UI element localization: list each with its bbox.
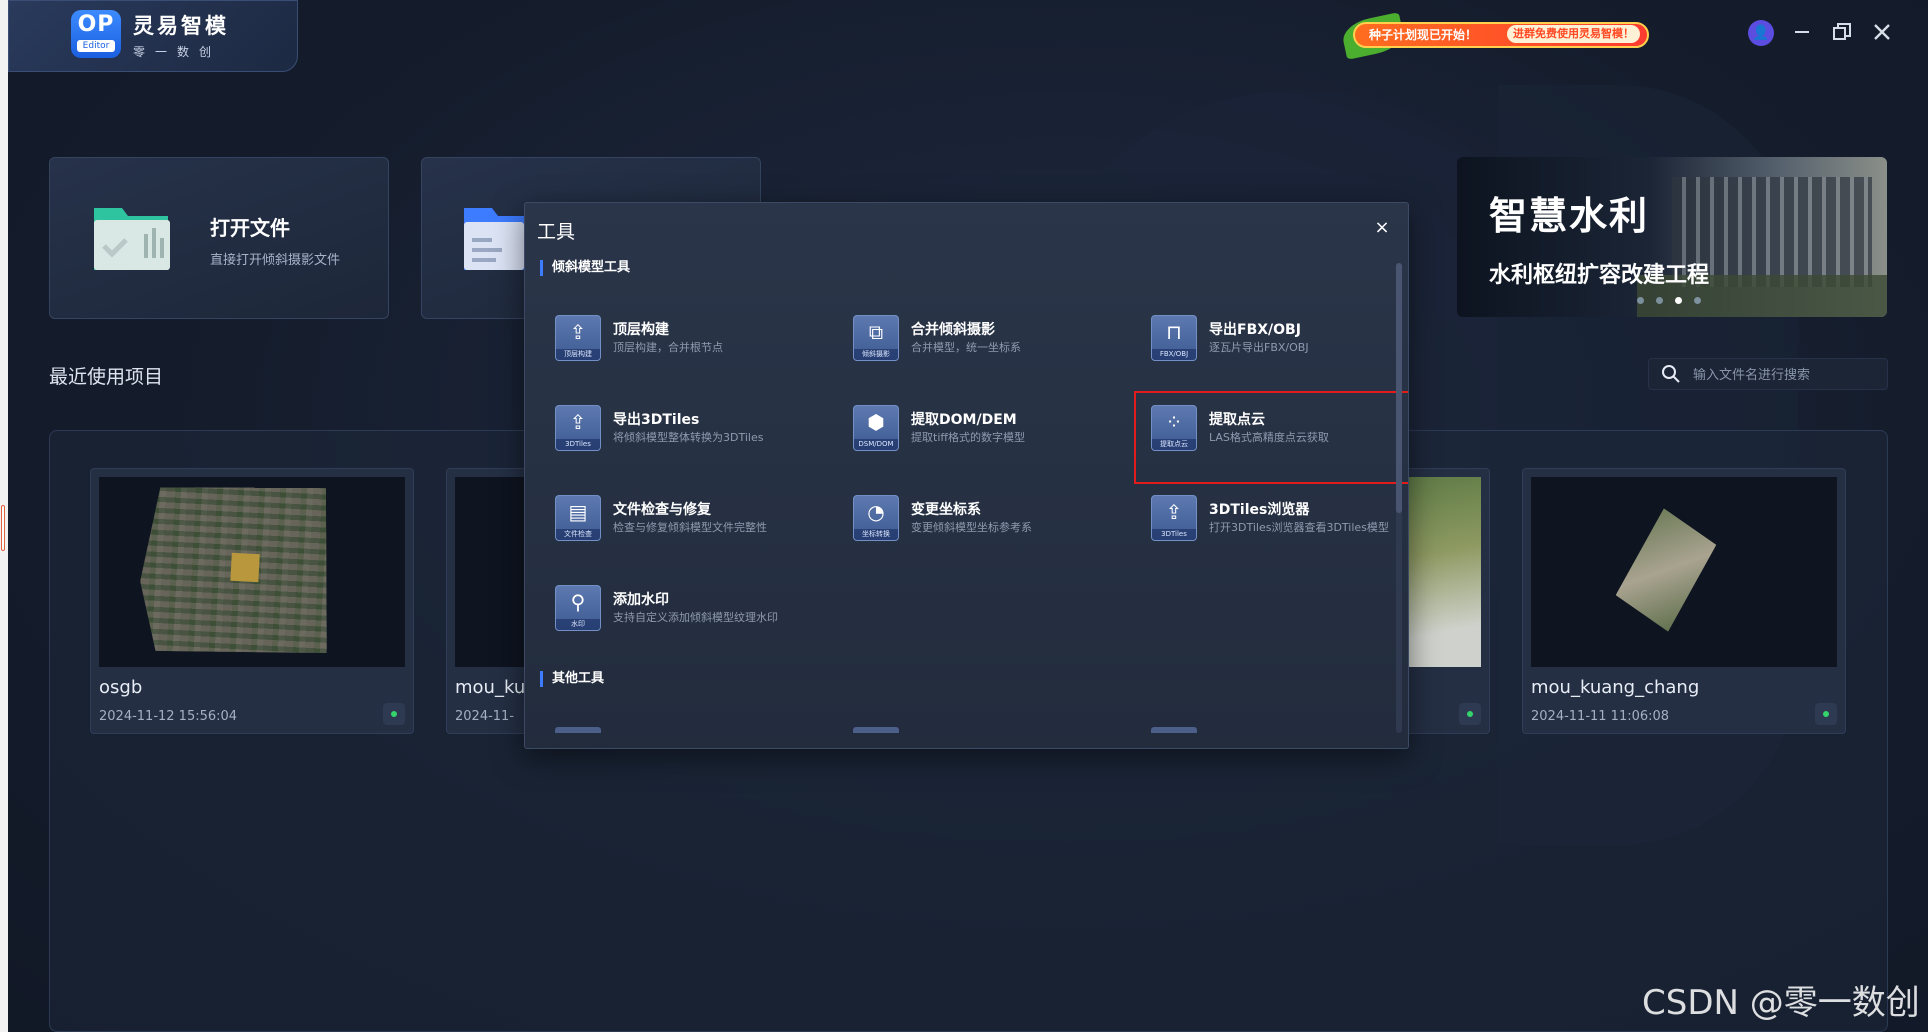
- tool-desc: 变更倾斜模型坐标参考系: [911, 521, 1032, 534]
- tool-merge-oblique[interactable]: ⧉ 倾斜摄影 合并倾斜摄影 合并模型，统一坐标系: [843, 309, 1133, 367]
- tool-name: 添加水印: [613, 592, 669, 608]
- tool-change-crs[interactable]: ◔ 坐标转换 变更坐标系 变更倾斜模型坐标参考系: [843, 489, 1133, 547]
- carousel-dot[interactable]: [1694, 297, 1701, 304]
- tool-file-check[interactable]: ▤ 文件检查 文件检查与修复 检查与修复倾斜模型文件完整性: [545, 489, 835, 547]
- point-cloud-icon: ⁘ 提取点云: [1151, 405, 1197, 451]
- aerial-model-image: [1611, 505, 1721, 634]
- dialog-scrollbar[interactable]: [1396, 263, 1402, 733]
- coordinate-icon: ◔ 坐标转换: [853, 495, 899, 541]
- dialog-title: 工具: [537, 221, 576, 243]
- tool-3dtiles-viewer[interactable]: ⇪ 3DTiles 3DTiles浏览器 打开3DTiles浏览器查看3DTile…: [1141, 489, 1408, 547]
- project-name: osgb: [99, 677, 143, 698]
- tool-name: 顶层构建: [613, 322, 669, 338]
- promo-banner[interactable]: 种子计划现已开始！ 进群免费使用灵易智模！: [1339, 12, 1655, 60]
- tool-desc: 逐瓦片导出FBX/OBJ: [1209, 341, 1309, 354]
- aerial-model-image: [1401, 477, 1481, 667]
- app-window: OP Editor 灵易智模 零一数创 种子计划现已开始！ 进群免费使用灵易智模…: [8, 0, 1928, 1032]
- search-input[interactable]: [1693, 365, 1877, 385]
- user-avatar-icon[interactable]: 👤: [1748, 20, 1774, 46]
- tool-icon-partial: [555, 727, 601, 733]
- folder-chart-icon: [90, 204, 174, 274]
- promo-carousel[interactable]: 智慧水利 水利枢纽扩容改建工程: [1457, 157, 1887, 317]
- carousel-dot[interactable]: [1656, 297, 1663, 304]
- dialog-close-icon[interactable]: ×: [1372, 217, 1392, 238]
- file-check-icon: ▤ 文件检查: [555, 495, 601, 541]
- app-title: 灵易智模: [133, 14, 229, 38]
- tool-desc: 支持自定义添加倾斜模型纹理水印: [613, 611, 778, 624]
- tool-icon-partial: [853, 727, 899, 733]
- csdn-watermark: CSDN @零一数创: [1642, 983, 1920, 1023]
- promo-cta-button[interactable]: 进群免费使用灵易智模！: [1507, 25, 1640, 43]
- section-other-tools: 其他工具: [540, 671, 604, 687]
- restore-icon[interactable]: [1828, 18, 1856, 46]
- scrollbar-thumb[interactable]: [1396, 263, 1402, 513]
- open-file-desc: 直接打开倾斜摄影文件: [210, 253, 341, 268]
- project-date: 2024-11-12 15:56:04: [99, 709, 238, 724]
- carousel-title: 智慧水利: [1489, 194, 1650, 238]
- open-file-title: 打开文件: [210, 216, 290, 240]
- logo-badge-icon: OP Editor: [71, 10, 121, 58]
- project-date: 2024-11-11 11:06:08: [1531, 709, 1670, 724]
- tool-add-watermark[interactable]: ⚲ 水印 添加水印 支持自定义添加倾斜模型纹理水印: [545, 579, 835, 637]
- recent-projects-heading: 最近使用项目: [49, 366, 164, 388]
- carousel-dots: [1637, 297, 1701, 304]
- carousel-dot[interactable]: [1637, 297, 1644, 304]
- tool-desc: 提取tiff格式的数字模型: [911, 431, 1025, 444]
- tool-name: 3DTiles浏览器: [1209, 502, 1310, 518]
- watermark-icon: ⚲ 水印: [555, 585, 601, 631]
- tool-desc: 检查与修复倾斜模型文件完整性: [613, 521, 767, 534]
- carousel-dot-active[interactable]: [1675, 297, 1682, 304]
- close-icon[interactable]: [1868, 18, 1896, 46]
- status-dot-icon: [1815, 703, 1837, 725]
- dom-dem-icon: ⬢ DSM/DOM: [853, 405, 899, 451]
- promo-headline: 种子计划现已开始！: [1369, 28, 1478, 42]
- export-3dtiles-icon: ⇪ 3DTiles: [555, 405, 601, 451]
- tool-name: 导出3DTiles: [613, 412, 700, 428]
- search-box: [1648, 358, 1888, 390]
- tool-name: 导出FBX/OBJ: [1209, 322, 1301, 338]
- status-dot-icon: [1459, 703, 1481, 725]
- tool-extract-dom-dem[interactable]: ⬢ DSM/DOM 提取DOM/DEM 提取tiff格式的数字模型: [843, 399, 1133, 457]
- project-name: mou_ku: [455, 677, 526, 698]
- project-date: 2024-11-: [455, 709, 515, 724]
- app-logo: OP Editor 灵易智模 零一数创: [8, 0, 298, 72]
- project-card[interactable]: osgb 2024-11-12 15:56:04: [90, 468, 414, 734]
- tool-desc: 打开3DTiles浏览器查看3DTiles模型: [1209, 521, 1389, 534]
- left-window-edge: [0, 0, 8, 1032]
- project-name: mou_kuang_chang: [1531, 677, 1700, 698]
- aerial-model-image: [137, 478, 336, 660]
- tool-extract-point-cloud[interactable]: ⁘ 提取点云 提取点云 LAS格式高精度点云获取: [1134, 391, 1408, 484]
- 3dtiles-viewer-icon: ⇪ 3DTiles: [1151, 495, 1197, 541]
- merge-oblique-icon: ⧉ 倾斜摄影: [853, 315, 899, 361]
- tool-export-fbx-obj[interactable]: ⊓ FBX/OBJ 导出FBX/OBJ 逐瓦片导出FBX/OBJ: [1141, 309, 1408, 367]
- edge-marker: [1, 505, 5, 551]
- tool-export-3dtiles[interactable]: ⇪ 3DTiles 导出3DTiles 将倾斜模型整体转换为3DTiles: [545, 399, 835, 457]
- section-oblique-tools: 倾斜模型工具: [540, 260, 630, 276]
- tool-icon-partial: [1151, 727, 1197, 733]
- tools-dialog: 工具 × 倾斜模型工具 ⇪ 顶层构建 顶层构建 顶层构建，合并根节点 ⧉ 倾斜摄影 …: [524, 202, 1409, 749]
- tool-desc: 将倾斜模型整体转换为3DTiles: [613, 431, 764, 444]
- minimize-icon[interactable]: [1788, 18, 1816, 46]
- project-thumbnail: [1531, 477, 1837, 667]
- logo-badge-text: OP: [77, 12, 115, 37]
- tool-top-build[interactable]: ⇪ 顶层构建 顶层构建 顶层构建，合并根节点: [545, 309, 835, 367]
- top-build-icon: ⇪ 顶层构建: [555, 315, 601, 361]
- export-fbx-icon: ⊓ FBX/OBJ: [1151, 315, 1197, 361]
- carousel-subtitle: 水利枢纽扩容改建工程: [1489, 263, 1710, 288]
- app-subtitle: 零一数创: [133, 45, 222, 59]
- project-thumbnail: [99, 477, 405, 667]
- status-dot-icon: [383, 703, 405, 725]
- tool-name: 提取点云: [1209, 412, 1265, 428]
- project-card[interactable]: mou_kuang_chang 2024-11-11 11:06:08: [1522, 468, 1846, 734]
- tool-name: 变更坐标系: [911, 502, 981, 518]
- tool-name: 提取DOM/DEM: [911, 412, 1017, 428]
- tool-name: 文件检查与修复: [613, 502, 711, 518]
- logo-badge-sub: Editor: [77, 40, 115, 52]
- open-file-card[interactable]: 打开文件 直接打开倾斜摄影文件: [49, 157, 389, 319]
- tool-desc: LAS格式高精度点云获取: [1209, 431, 1329, 444]
- tool-name: 合并倾斜摄影: [911, 322, 995, 338]
- tool-desc: 顶层构建，合并根节点: [613, 341, 723, 354]
- tool-desc: 合并模型，统一坐标系: [911, 341, 1021, 354]
- search-icon: [1661, 364, 1681, 389]
